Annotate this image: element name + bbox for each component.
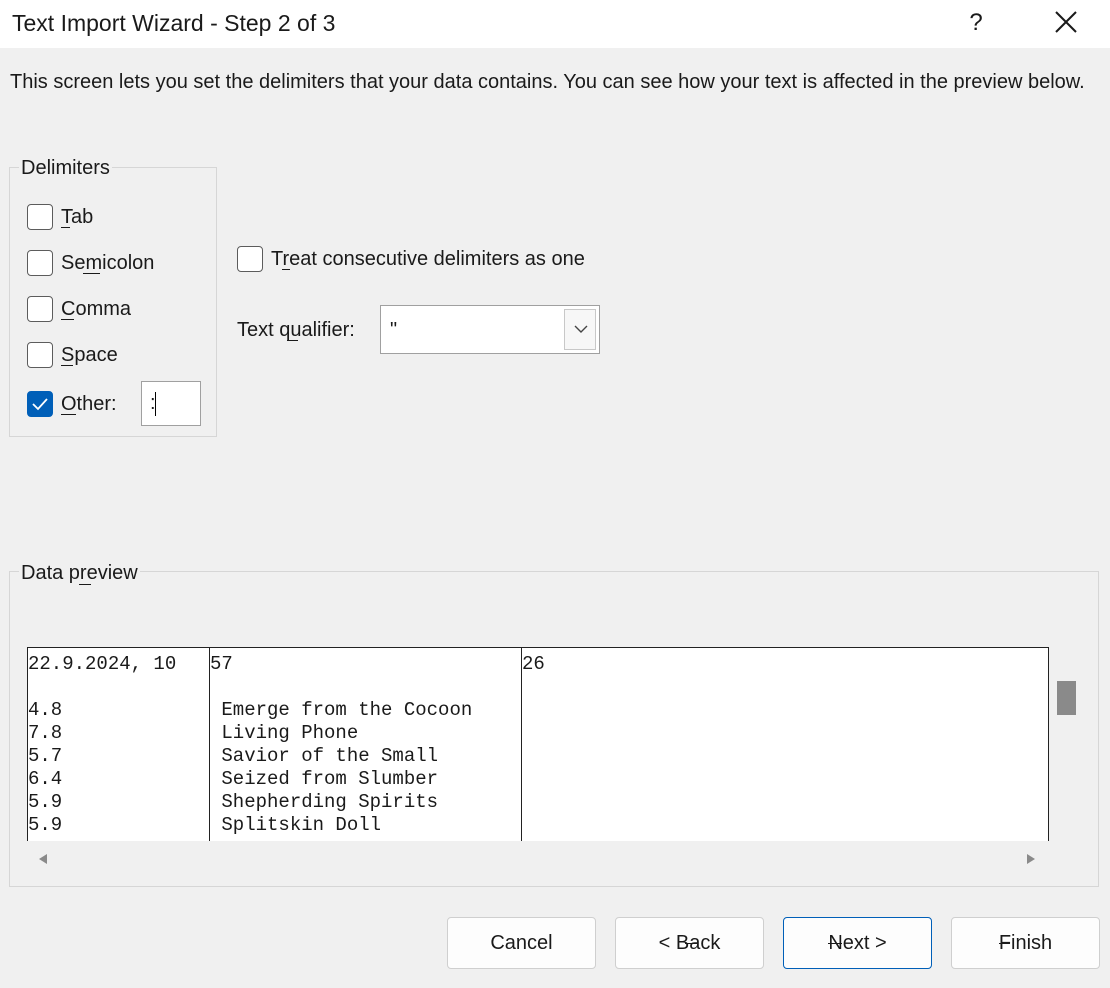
- help-button[interactable]: ?: [962, 4, 990, 42]
- text-qualifier-label-text: Text qualifier:: [237, 319, 355, 341]
- consecutive-delimiters-checkbox[interactable]: [237, 246, 263, 272]
- preview-cell: 22.9.2024, 10: [28, 653, 177, 675]
- access-key-underline: [79, 584, 91, 585]
- preview-cell: 5.9: [28, 791, 63, 813]
- column-separator: [521, 648, 522, 841]
- delimiters-group-label: Delimiters: [19, 156, 112, 180]
- space-checkbox[interactable]: [27, 342, 53, 368]
- access-key-underline: [287, 340, 298, 341]
- finish-button[interactable]: Finish: [951, 917, 1100, 969]
- text-qualifier-value: ": [390, 319, 398, 341]
- access-key-underline: [61, 414, 76, 415]
- chevron-down-icon: [574, 325, 588, 333]
- preview-cell: 5.9: [28, 814, 63, 836]
- consecutive-delimiters-label: Treat consecutive delimiters as one: [271, 248, 585, 270]
- cancel-button[interactable]: Cancel: [447, 917, 596, 969]
- wizard-description: This screen lets you set the delimiters …: [10, 71, 1085, 93]
- preview-cell: 26: [522, 653, 545, 675]
- other-checkbox[interactable]: [27, 391, 53, 417]
- semicolon-label: Semicolon: [61, 252, 155, 274]
- preview-cell: Splitskin Doll: [210, 814, 382, 836]
- tab-checkbox-row[interactable]: Tab: [27, 202, 93, 232]
- scroll-left-arrow-icon[interactable]: [38, 852, 48, 870]
- access-key-underline: [83, 273, 100, 274]
- close-icon: [1055, 11, 1077, 33]
- access-key-underline: [61, 319, 74, 320]
- text-caret: [155, 392, 156, 416]
- access-key-underline: [684, 943, 698, 944]
- preview-cell: 7.8: [28, 722, 63, 744]
- preview-cell: 6.4: [28, 768, 63, 790]
- preview-cell: Seized from Slumber: [210, 768, 439, 790]
- tab-checkbox[interactable]: [27, 204, 53, 230]
- preview-cell: Living Phone: [210, 722, 359, 744]
- preview-cell: Savior of the Small: [210, 745, 439, 767]
- preview-cell: Shepherding Spirits: [210, 791, 439, 813]
- cancel-button-label: Cancel: [490, 932, 553, 954]
- preview-cell: 57: [210, 653, 233, 675]
- data-preview-grid[interactable]: 22.9.2024, 10 57 26 4.8 Emerge from the Coc…: [27, 647, 1049, 841]
- other-delimiter-input[interactable]: :: [141, 381, 201, 426]
- checkmark-icon: [32, 398, 48, 411]
- comma-checkbox[interactable]: [27, 296, 53, 322]
- data-preview-label-text: Data preview: [21, 562, 138, 584]
- semicolon-checkbox[interactable]: [27, 250, 53, 276]
- next-button[interactable]: Next >: [783, 917, 932, 969]
- text-qualifier-dropdown-button[interactable]: [564, 309, 596, 350]
- access-key-underline: [828, 943, 843, 944]
- preview-cell: 4.8: [28, 699, 63, 721]
- window-title: Text Import Wizard - Step 2 of 3: [12, 10, 336, 36]
- access-key-underline: [998, 943, 1010, 944]
- back-button[interactable]: < Back: [615, 917, 764, 969]
- scroll-right-arrow-icon[interactable]: [1026, 852, 1036, 870]
- comma-checkbox-row[interactable]: Comma: [27, 294, 131, 324]
- vertical-scrollbar-thumb[interactable]: [1057, 681, 1076, 715]
- data-preview-group-label: Data preview: [19, 561, 140, 585]
- access-key-underline: [282, 269, 290, 270]
- comma-label: Comma: [61, 298, 132, 320]
- space-checkbox-row[interactable]: Space: [27, 340, 118, 370]
- access-key-underline: [61, 227, 70, 228]
- space-label: Space: [61, 344, 118, 366]
- title-bar: Text Import Wizard - Step 2 of 3 ?: [0, 0, 1110, 48]
- semicolon-checkbox-row[interactable]: Semicolon: [27, 248, 154, 278]
- other-checkbox-row[interactable]: Other:: [27, 389, 117, 419]
- consecutive-checkbox-row[interactable]: Treat consecutive delimiters as one: [237, 244, 585, 274]
- access-key-underline: [61, 365, 73, 366]
- tab-label: Tab: [61, 206, 94, 228]
- preview-cell: Emerge from the Cocoon: [210, 699, 473, 721]
- text-qualifier-select[interactable]: ": [380, 305, 600, 354]
- text-qualifier-label: Text qualifier:: [237, 317, 355, 343]
- preview-cell: 5.7: [28, 745, 63, 767]
- other-label: Other:: [61, 393, 117, 415]
- close-button[interactable]: [1046, 4, 1086, 42]
